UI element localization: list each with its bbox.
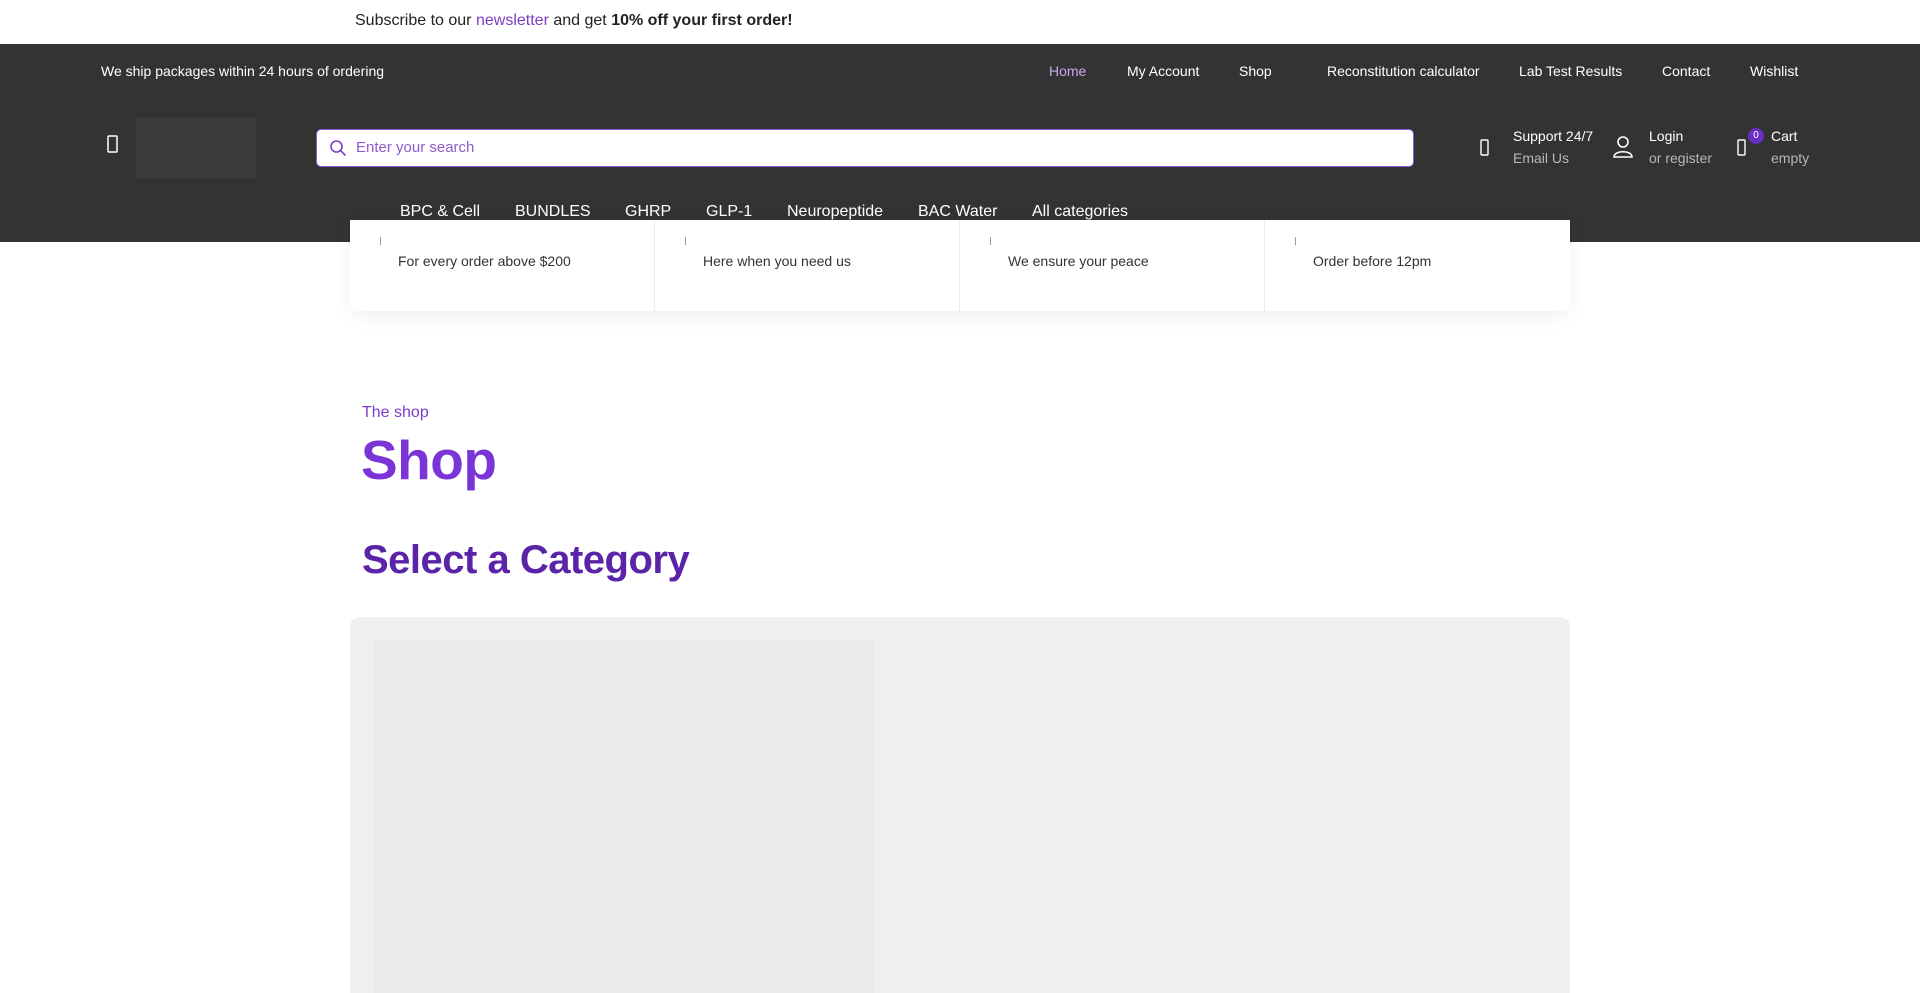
category-bac-water[interactable]: BAC Water [918, 203, 997, 221]
login-label: Login [1649, 128, 1684, 144]
nav-lab-test-results[interactable]: Lab Test Results [1519, 63, 1622, 79]
top-navigation: Home My Account Shop Reconstitution calc… [0, 63, 1920, 83]
page-eyebrow: The shop [362, 404, 429, 421]
category-panel [350, 617, 1570, 993]
nav-my-account[interactable]: My Account [1127, 63, 1199, 79]
feature-subtext: For every order above $200 [398, 253, 571, 269]
newsletter-bar: Subscribe to our newsletter and get 10% … [0, 0, 1920, 44]
cart-icon[interactable] [1737, 139, 1747, 162]
newsletter-offer: 10% off your first order! [611, 12, 793, 29]
newsletter-prefix: Subscribe to our [355, 12, 472, 29]
category-card[interactable] [373, 640, 875, 993]
feature-free-shipping: For every order above $200 [350, 220, 655, 311]
search-input[interactable] [356, 130, 1396, 165]
nav-home[interactable]: Home [1049, 63, 1086, 79]
nav-shop[interactable]: Shop [1239, 63, 1272, 79]
category-ghrp[interactable]: GHRP [625, 203, 671, 221]
nav-contact[interactable]: Contact [1662, 63, 1710, 79]
cart-count-badge: 0 [1748, 128, 1764, 144]
category-bpc-cell[interactable]: BPC & Cell [400, 203, 480, 221]
search-icon[interactable] [329, 139, 347, 157]
feature-subtext: We ensure your peace [1008, 253, 1149, 269]
newsletter-text: Subscribe to our newsletter and get 10% … [355, 12, 793, 30]
site-header: We ship packages within 24 hours of orde… [0, 44, 1920, 242]
features-strip: For every order above $200 Here when you… [350, 220, 1570, 311]
category-all[interactable]: All categories [1032, 203, 1128, 221]
feature-subtext: Order before 12pm [1313, 253, 1432, 269]
cart-label: Cart [1771, 128, 1798, 144]
user-icon[interactable] [1612, 135, 1634, 164]
phone-icon [1480, 139, 1490, 162]
feature-subtext: Here when you need us [703, 253, 851, 269]
feature-icon [990, 237, 998, 245]
section-title: Select a Category [362, 538, 690, 582]
category-bundles[interactable]: BUNDLES [515, 203, 591, 221]
category-glp-1[interactable]: GLP-1 [706, 203, 752, 221]
newsletter-link[interactable]: newsletter [476, 12, 549, 29]
feature-fast-dispatch: Order before 12pm [1265, 220, 1570, 311]
support-title: Support 24/7 [1513, 128, 1594, 144]
cart-link[interactable]: Cart empty [1771, 128, 1809, 166]
register-label: or register [1649, 150, 1713, 166]
newsletter-middle: and get [553, 12, 607, 29]
support-sub: Email Us [1513, 150, 1570, 166]
feature-icon [1295, 237, 1303, 245]
site-logo[interactable] [136, 118, 256, 178]
nav-wishlist[interactable]: Wishlist [1750, 63, 1798, 79]
search-bar [316, 129, 1414, 167]
menu-icon[interactable] [107, 135, 121, 153]
feature-support: Here when you need us [655, 220, 960, 311]
feature-secure-payment: We ensure your peace [960, 220, 1265, 311]
cart-status: empty [1771, 150, 1810, 166]
nav-reconstitution-calculator[interactable]: Reconstitution calculator [1327, 63, 1480, 79]
page-title: Shop [361, 429, 497, 491]
feature-icon [380, 237, 388, 245]
category-neuropeptide[interactable]: Neuropeptide [787, 203, 883, 221]
feature-icon [685, 237, 693, 245]
support-link[interactable]: Support 24/7 Email Us [1513, 128, 1593, 166]
account-link[interactable]: Login or register [1649, 128, 1712, 166]
